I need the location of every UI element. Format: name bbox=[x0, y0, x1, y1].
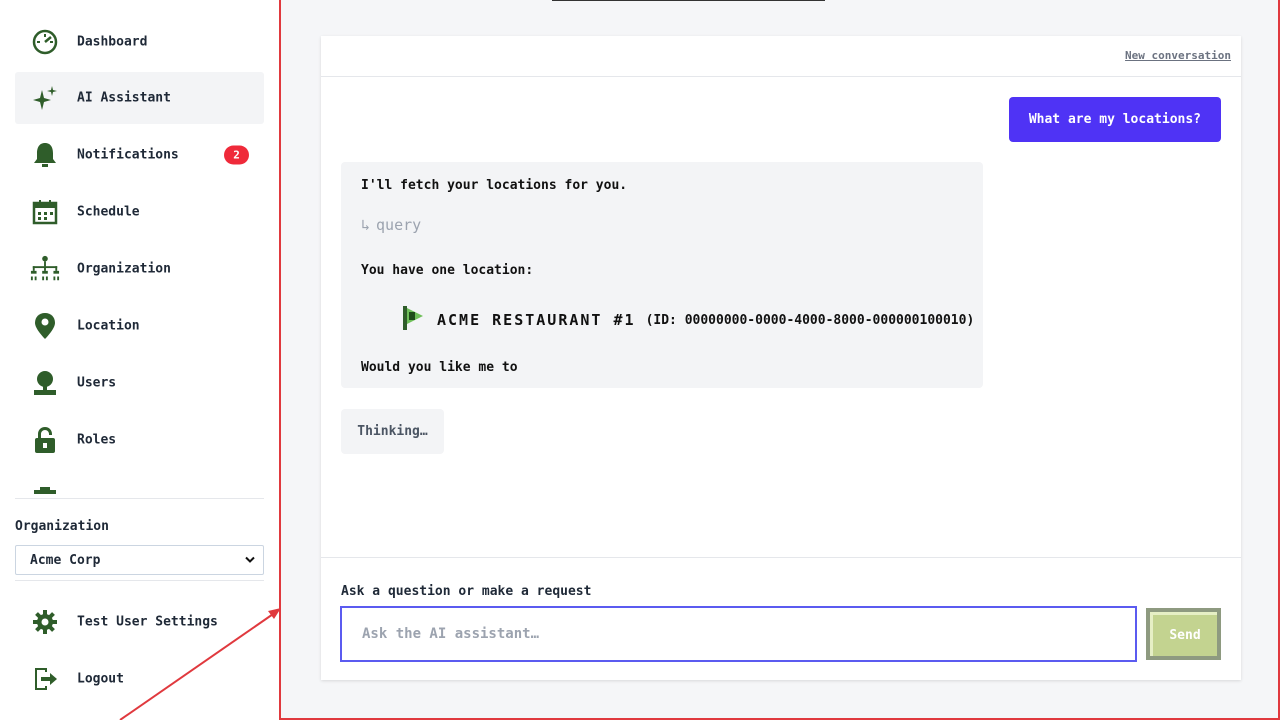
chat-header: New conversation bbox=[321, 36, 1241, 77]
sidebar-item-label: Location bbox=[77, 318, 140, 334]
sidebar-divider bbox=[15, 498, 264, 499]
sparkle-icon bbox=[30, 83, 60, 113]
gear-icon bbox=[30, 607, 60, 637]
sidebar: Dashboard AI Assistant Notifications 2 S… bbox=[0, 0, 279, 720]
assistant-message-bubble: I'll fetch your locations for you. ↳ quer… bbox=[341, 162, 983, 388]
sidebar-scroll-overflow bbox=[15, 482, 264, 498]
sidebar-item-label: AI Assistant bbox=[77, 90, 171, 106]
location-name: Acme Restaurant #1 bbox=[437, 311, 636, 329]
thinking-indicator: Thinking… bbox=[341, 409, 444, 454]
sidebar-item-notifications[interactable]: Notifications 2 bbox=[15, 129, 264, 181]
sidebar-item-roles[interactable]: Roles bbox=[15, 414, 264, 466]
sidebar-item-label: Notifications bbox=[77, 147, 179, 163]
chat-panel: New conversation What are my locations? … bbox=[321, 36, 1241, 680]
send-button[interactable]: Send bbox=[1146, 608, 1221, 660]
main-content: New conversation What are my locations? … bbox=[279, 0, 1280, 720]
org-chart-icon bbox=[30, 254, 60, 284]
assistant-message-text: I'll fetch your locations for you. bbox=[361, 178, 628, 193]
sidebar-item-schedule[interactable]: Schedule bbox=[15, 186, 264, 238]
composer-divider bbox=[321, 557, 1241, 558]
sidebar-item-label: Users bbox=[77, 375, 117, 391]
sidebar-divider bbox=[15, 580, 264, 581]
chevron-down-icon bbox=[245, 554, 255, 567]
sidebar-item-label: Schedule bbox=[77, 204, 140, 220]
lock-icon bbox=[30, 425, 60, 455]
user-icon bbox=[30, 368, 60, 398]
logout-icon bbox=[30, 664, 60, 694]
dashboard-icon bbox=[30, 27, 60, 57]
user-message-bubble: What are my locations? bbox=[1008, 97, 1221, 142]
sidebar-item-ai-assistant[interactable]: AI Assistant bbox=[15, 72, 264, 124]
flag-icon bbox=[403, 306, 425, 334]
sidebar-item-users[interactable]: Users bbox=[15, 357, 264, 409]
organization-select[interactable]: Acme Corp bbox=[15, 545, 264, 575]
sidebar-item-label: Dashboard bbox=[77, 34, 148, 50]
new-conversation-link[interactable]: New conversation bbox=[1125, 49, 1231, 62]
tool-call-name: query bbox=[376, 216, 422, 234]
header-underline bbox=[552, 0, 825, 1]
notification-count-badge: 2 bbox=[224, 145, 249, 165]
sidebar-item-dashboard[interactable]: Dashboard bbox=[15, 16, 264, 68]
sidebar-item-label: Logout bbox=[77, 671, 124, 687]
chat-input[interactable] bbox=[340, 606, 1137, 662]
location-id: (ID: 00000000-0000-4000-8000-00000010001… bbox=[645, 312, 975, 328]
sidebar-item-label: Roles bbox=[77, 432, 117, 448]
organization-select-value: Acme Corp bbox=[30, 552, 101, 568]
sidebar-item-label: Test User Settings bbox=[77, 614, 218, 630]
tool-call-indicator[interactable]: ↳ query bbox=[361, 216, 421, 234]
assistant-message-text: Would you like me to bbox=[361, 360, 518, 375]
organization-label: Organization bbox=[15, 519, 109, 534]
composer-label: Ask a question or make a request bbox=[341, 584, 592, 599]
bell-icon bbox=[30, 140, 60, 170]
send-button-label: Send bbox=[1150, 612, 1217, 656]
location-entry: Acme Restaurant #1 (ID: 00000000-0000-40… bbox=[403, 306, 974, 334]
sidebar-item-location[interactable]: Location bbox=[15, 300, 264, 352]
map-pin-icon bbox=[30, 311, 60, 341]
sidebar-item-organization[interactable]: Organization bbox=[15, 243, 264, 295]
return-arrow-icon: ↳ bbox=[361, 216, 371, 234]
assistant-message-text: You have one location: bbox=[361, 263, 534, 278]
sidebar-item-logout[interactable]: Logout bbox=[15, 653, 264, 705]
partial-icon bbox=[34, 487, 56, 494]
sidebar-item-test-user-settings[interactable]: Test User Settings bbox=[15, 596, 264, 648]
sidebar-item-label: Organization bbox=[77, 261, 171, 277]
calendar-icon bbox=[30, 197, 60, 227]
